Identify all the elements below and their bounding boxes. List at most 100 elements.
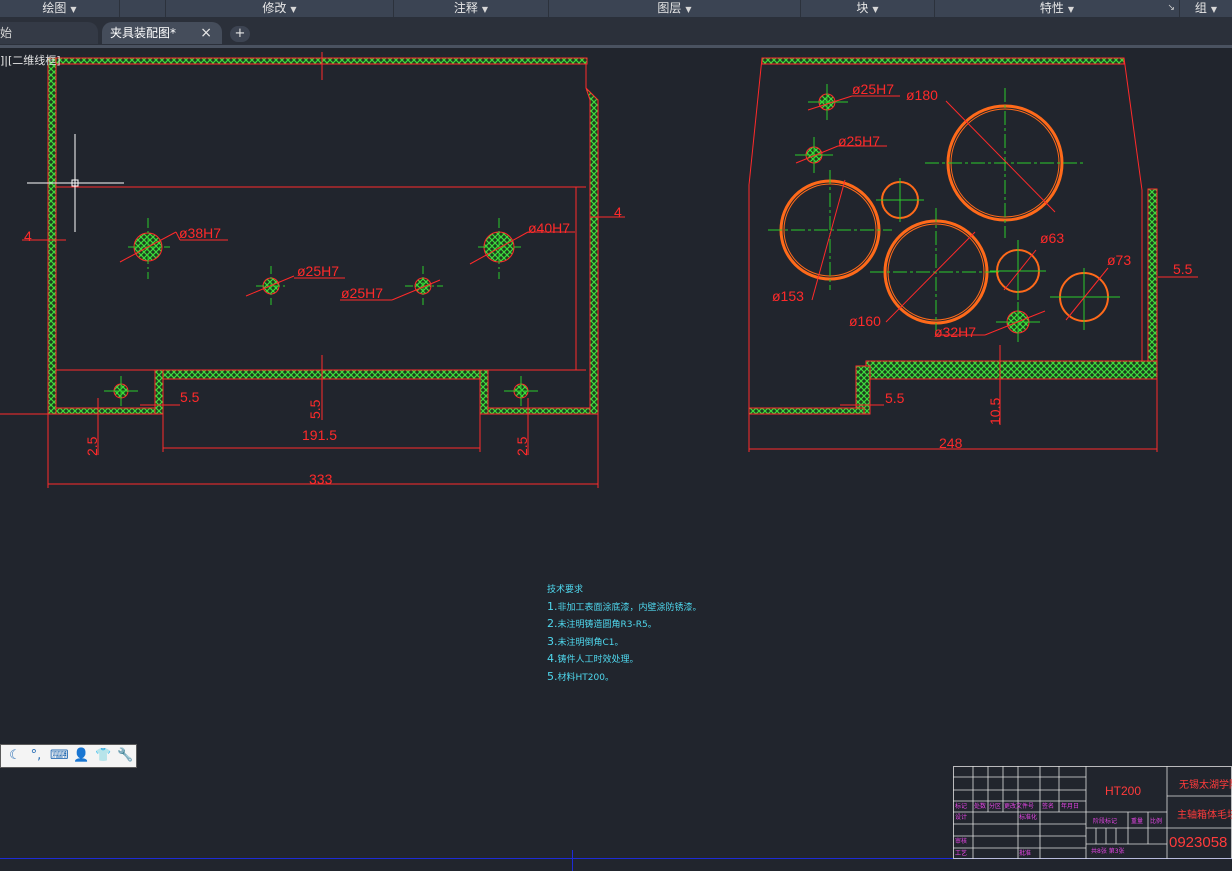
tb-label-bili: 比例 xyxy=(1150,818,1163,825)
tb-material: HT200 xyxy=(1105,784,1142,798)
dim-d160: ø160 xyxy=(849,313,881,329)
tab-start-label: 始 xyxy=(0,26,13,40)
side-left-outline xyxy=(748,57,870,415)
note-text: 未注明铸造圆角R3-R5。 xyxy=(557,620,657,630)
tab-start[interactable]: 始 xyxy=(0,22,98,44)
tb-label-sheji: 设计 xyxy=(955,814,968,821)
note-number: 3. xyxy=(547,634,558,648)
frame-tick-line xyxy=(572,850,573,871)
note-item: 4.铸件人工时效处理。 xyxy=(547,651,702,669)
ribbon-panel-properties[interactable]: 特性 ▼ ↘ xyxy=(935,0,1180,17)
dim-d180: ø180 xyxy=(906,87,938,103)
dim-w333: 333 xyxy=(309,471,333,487)
title-block: 标记 处数 分区 更改文件号 签名 年月日 设计 标准化 审核 工艺 批准 阶段… xyxy=(953,766,1232,859)
front-view: ø38H7 ø25H7 ø25H7 ø40H7 4 4 5.5 191.5 33… xyxy=(0,52,625,488)
tb-label-fenqu: 分区 xyxy=(989,803,1002,810)
tb-label-shenhe: 审核 xyxy=(955,838,968,845)
side-view: ø25H7 ø25H7 ø180 ø153 ø160 ø63 ø73 ø32H7… xyxy=(748,57,1198,452)
right-base-hatch xyxy=(487,407,591,415)
ribbon-panel-groups[interactable]: 组 ▼ xyxy=(1180,0,1232,17)
foot-hole-right xyxy=(504,376,538,406)
close-icon[interactable]: × xyxy=(200,22,212,44)
shirt-icon[interactable]: 👕 xyxy=(95,748,111,764)
dim-d38: ø38H7 xyxy=(179,225,221,241)
ribbon-panel-modify[interactable]: 修改 ▼ xyxy=(166,0,394,17)
ribbon-panel-annotate[interactable]: 注释 ▼ xyxy=(394,0,549,17)
ribbon-panel-draw[interactable]: 绘图 ▼ xyxy=(0,0,120,17)
chevron-down-icon: ▼ xyxy=(290,5,297,14)
new-tab-button[interactable]: + xyxy=(230,26,250,42)
side-bottom-hatch xyxy=(748,407,865,415)
note-item: 5.材料HT200。 xyxy=(547,669,702,687)
viewport-label[interactable]: ]|[二维线框] xyxy=(0,54,61,68)
ribbon-panel-bar: 绘图 ▼ 修改 ▼ 注释 ▼ 图层 ▼ 块 ▼ 特性 ▼ ↘ 组 ▼ xyxy=(0,0,1232,18)
note-item: 1.非加工表面涂底漆，内壁涂防锈漆。 xyxy=(547,599,702,617)
note-item: 3.未注明倒角C1。 xyxy=(547,634,702,652)
snap-icon[interactable]: °, xyxy=(28,748,44,764)
ribbon-spacer xyxy=(120,0,166,17)
right-wall-hatch xyxy=(585,87,599,415)
keyboard-icon[interactable]: ⌨ xyxy=(50,748,69,764)
chevron-down-icon: ▼ xyxy=(1210,5,1218,14)
ribbon-panel-block[interactable]: 块 ▼ xyxy=(801,0,935,17)
note-item: 2.未注明铸造圆角R3-R5。 xyxy=(547,616,702,634)
side-right-outline xyxy=(1123,57,1143,370)
note-number: 5. xyxy=(547,669,558,683)
panel-launcher-icon[interactable]: ↘ xyxy=(1167,0,1175,17)
dim-d153: ø153 xyxy=(772,288,804,304)
chevron-down-icon: ▼ xyxy=(685,5,692,14)
wrench-icon[interactable]: 🔧 xyxy=(117,748,133,764)
note-number: 4. xyxy=(547,652,558,665)
document-tab-bar: 始 夹具装配图* × + xyxy=(0,18,1232,45)
inner-top-line xyxy=(56,63,587,88)
gear-153 xyxy=(768,170,892,301)
gear-180 xyxy=(925,88,1085,238)
tb-label-nianyueri: 年月日 xyxy=(1061,803,1080,810)
side-foot-hatch xyxy=(855,365,871,415)
foot-hole-left xyxy=(104,376,138,406)
dim-w1915: 191.5 xyxy=(302,427,337,443)
tb-part-name: 主轴箱体毛坯 xyxy=(1177,810,1232,821)
note-text: 非加工表面涂底漆，内壁涂防锈漆。 xyxy=(557,602,702,613)
ribbon-panel-layers-label: 图层 xyxy=(657,1,682,15)
tb-label-pizhun: 批准 xyxy=(1019,850,1032,857)
technical-notes: 技术要求 1.非加工表面涂底漆，内壁涂防锈漆。 2.未注明铸造圆角R3-R5。 … xyxy=(547,582,702,686)
note-text: 材料HT200。 xyxy=(557,672,614,683)
note-number: 1. xyxy=(547,599,558,613)
small-circle-top xyxy=(876,178,924,222)
right-leg-hatch xyxy=(479,369,489,415)
tab-fixture-assembly-label: 夹具装配图* xyxy=(110,26,177,40)
notes-title: 技术要求 xyxy=(547,585,584,595)
ribbon-panel-groups-label: 组 xyxy=(1194,1,1207,15)
tb-drawing-no: 0923058 xyxy=(1169,834,1228,851)
dim-side-r55: 5.5 xyxy=(1173,261,1193,277)
dim-side-d25b: ø25H7 xyxy=(838,133,880,149)
tb-label-jieduan: 阶段标记 xyxy=(1093,818,1118,825)
note-number: 2. xyxy=(547,617,558,630)
ribbon-panel-draw-label: 绘图 xyxy=(42,1,67,15)
ribbon-panel-layers[interactable]: 图层 ▼ xyxy=(549,0,801,17)
gear-160 xyxy=(870,208,1002,336)
left-foot xyxy=(48,369,164,415)
left-wall-hatch xyxy=(47,57,57,415)
chevron-down-icon: ▼ xyxy=(872,5,879,14)
front-dim-texts: ø38H7 ø25H7 ø25H7 ø40H7 4 4 5.5 191.5 33… xyxy=(24,204,622,487)
dim-d73: ø73 xyxy=(1107,252,1131,268)
tab-fixture-assembly[interactable]: 夹具装配图* × xyxy=(102,22,222,44)
dim-right4: 4 xyxy=(614,204,622,220)
left-base-hatch xyxy=(55,407,156,415)
user-icon[interactable]: 👤 xyxy=(73,748,89,764)
chevron-down-icon: ▼ xyxy=(481,5,489,14)
tb-label-gongyi: 工艺 xyxy=(955,850,968,857)
left-leg-hatch xyxy=(154,369,164,415)
tb-label-biaozhunhua: 标准化 xyxy=(1019,814,1038,821)
dim-s25b: 2.5 xyxy=(514,436,530,456)
tb-school: 无锡太湖学院 xyxy=(1179,780,1232,791)
dim-d63: ø63 xyxy=(1040,230,1064,246)
drawing-canvas[interactable]: ø38H7 ø25H7 ø25H7 ø40H7 4 4 5.5 191.5 33… xyxy=(0,48,1232,871)
side-top-hatch xyxy=(761,57,1125,65)
dim-d25a: ø25H7 xyxy=(297,263,339,279)
moon-icon[interactable]: ☾ xyxy=(7,748,23,764)
chevron-down-icon: ▼ xyxy=(1067,5,1075,14)
crosshair-cursor xyxy=(27,134,124,232)
